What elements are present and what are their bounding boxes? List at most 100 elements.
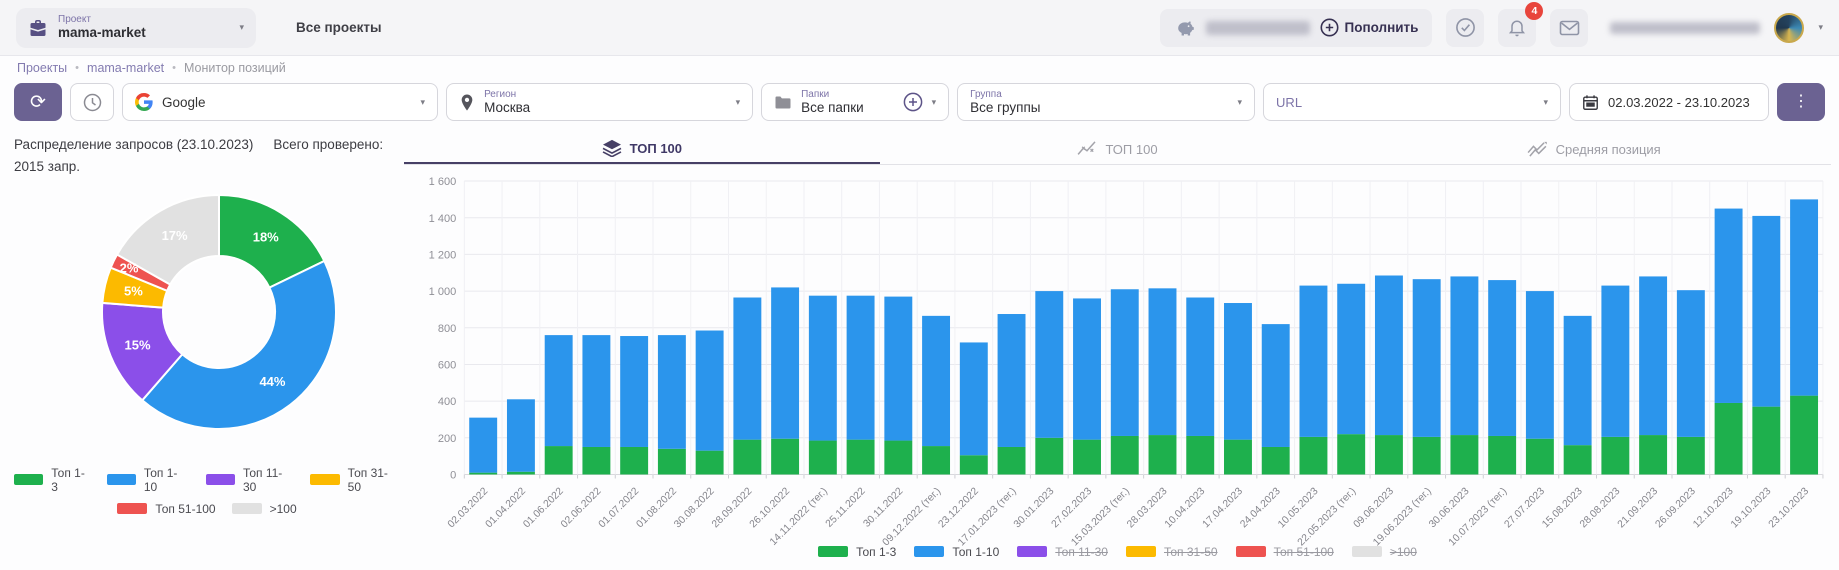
bar-segment[interactable] bbox=[1564, 445, 1592, 474]
project-selector[interactable]: Проект mama-market ▾ bbox=[16, 8, 256, 48]
more-options-button[interactable]: ⋮ bbox=[1777, 83, 1825, 121]
mail-button[interactable] bbox=[1550, 9, 1588, 47]
legend-item[interactable]: >100 bbox=[1352, 545, 1417, 559]
bar-segment[interactable] bbox=[1299, 286, 1327, 437]
bar-segment[interactable] bbox=[1450, 435, 1478, 474]
bar-segment[interactable] bbox=[922, 446, 950, 474]
legend-item[interactable]: Топ 11-30 bbox=[1017, 545, 1108, 559]
bar-segment[interactable] bbox=[1375, 276, 1403, 436]
bar-segment[interactable] bbox=[1073, 440, 1101, 475]
history-button[interactable] bbox=[70, 83, 114, 121]
bar-segment[interactable] bbox=[1224, 440, 1252, 475]
bar-segment[interactable] bbox=[620, 447, 648, 475]
bar-segment[interactable] bbox=[884, 441, 912, 475]
legend-item[interactable]: Топ 1-3 bbox=[818, 545, 896, 559]
bar-segment[interactable] bbox=[960, 455, 988, 474]
donut-chart[interactable]: 18%44%15%5%2%17% bbox=[14, 185, 404, 437]
folders-select[interactable]: Папки Все папки ▾ bbox=[761, 83, 949, 121]
bar-segment[interactable] bbox=[998, 314, 1026, 447]
date-range-picker[interactable]: 02.03.2022 - 23.10.2023 bbox=[1569, 83, 1769, 121]
bar-segment[interactable] bbox=[1073, 298, 1101, 439]
bar-segment[interactable] bbox=[1526, 439, 1554, 475]
bar-segment[interactable] bbox=[658, 449, 686, 475]
bar-chart[interactable]: 02004006008001 0001 2001 4001 60002.03.2… bbox=[404, 169, 1831, 551]
search-engine-select[interactable]: Google ▾ bbox=[122, 83, 438, 121]
bar-segment[interactable] bbox=[1111, 289, 1139, 436]
bar-segment[interactable] bbox=[1337, 434, 1365, 474]
bar-segment[interactable] bbox=[809, 441, 837, 475]
bar-segment[interactable] bbox=[922, 316, 950, 446]
bar-segment[interactable] bbox=[545, 446, 573, 474]
bar-segment[interactable] bbox=[1186, 298, 1214, 436]
bar-segment[interactable] bbox=[469, 418, 497, 473]
bar-segment[interactable] bbox=[1450, 276, 1478, 435]
refresh-button[interactable]: ⟳ bbox=[14, 83, 62, 121]
bar-segment[interactable] bbox=[1337, 284, 1365, 434]
legend-item[interactable]: Топ 1-10 bbox=[107, 466, 190, 494]
bar-segment[interactable] bbox=[507, 399, 535, 471]
bar-segment[interactable] bbox=[1186, 436, 1214, 475]
bar-segment[interactable] bbox=[1035, 438, 1063, 475]
bar-segment[interactable] bbox=[1035, 291, 1063, 438]
legend-item[interactable]: Топ 31-50 bbox=[310, 466, 400, 494]
bar-segment[interactable] bbox=[1677, 290, 1705, 437]
bar-segment[interactable] bbox=[733, 298, 761, 440]
bar-segment[interactable] bbox=[545, 335, 573, 446]
bar-segment[interactable] bbox=[1149, 288, 1177, 435]
topup-button[interactable]: Пополнить bbox=[1320, 18, 1419, 37]
bar-segment[interactable] bbox=[658, 335, 686, 449]
bar-segment[interactable] bbox=[1375, 435, 1403, 474]
url-select[interactable]: URL ▾ bbox=[1263, 83, 1561, 121]
tab-top100-lines[interactable]: ТОП 100 bbox=[880, 134, 1356, 164]
bar-segment[interactable] bbox=[809, 296, 837, 441]
bar-segment[interactable] bbox=[1639, 276, 1667, 435]
bar-segment[interactable] bbox=[1639, 435, 1667, 474]
tasks-button[interactable] bbox=[1446, 9, 1484, 47]
bar-segment[interactable] bbox=[1526, 291, 1554, 439]
bar-segment[interactable] bbox=[1413, 437, 1441, 475]
bar-segment[interactable] bbox=[960, 342, 988, 455]
bar-segment[interactable] bbox=[847, 440, 875, 475]
bar-segment[interactable] bbox=[696, 451, 724, 475]
bar-segment[interactable] bbox=[1752, 216, 1780, 407]
bar-segment[interactable] bbox=[1262, 447, 1290, 475]
legend-item[interactable]: Топ 31-50 bbox=[1126, 545, 1218, 559]
bar-segment[interactable] bbox=[1262, 324, 1290, 447]
legend-item[interactable]: Топ 1-3 bbox=[14, 466, 91, 494]
tab-top100-stacked[interactable]: ТОП 100 bbox=[404, 134, 880, 164]
bar-segment[interactable] bbox=[1149, 435, 1177, 474]
bar-segment[interactable] bbox=[696, 331, 724, 451]
bar-segment[interactable] bbox=[507, 472, 535, 475]
bar-segment[interactable] bbox=[1715, 209, 1743, 403]
breadcrumb-project-name[interactable]: mama-market bbox=[87, 61, 164, 75]
bar-segment[interactable] bbox=[1790, 199, 1818, 395]
tab-average-position[interactable]: Средняя позиция bbox=[1355, 134, 1831, 164]
bar-segment[interactable] bbox=[620, 336, 648, 447]
bar-segment[interactable] bbox=[1790, 396, 1818, 475]
bar-segment[interactable] bbox=[1111, 436, 1139, 475]
bar-segment[interactable] bbox=[582, 335, 610, 447]
add-folder-icon[interactable] bbox=[903, 92, 923, 112]
breadcrumb-projects[interactable]: Проекты bbox=[17, 61, 67, 75]
legend-item[interactable]: Топ 51-100 bbox=[117, 502, 215, 516]
bar-segment[interactable] bbox=[1413, 279, 1441, 437]
bar-segment[interactable] bbox=[1601, 286, 1629, 437]
legend-item[interactable]: Топ 1-10 bbox=[914, 545, 999, 559]
bar-segment[interactable] bbox=[1564, 316, 1592, 445]
bar-segment[interactable] bbox=[1715, 403, 1743, 475]
bar-segment[interactable] bbox=[1677, 437, 1705, 475]
account-menu-caret-icon[interactable]: ▾ bbox=[1818, 22, 1823, 33]
legend-item[interactable]: >100 bbox=[232, 502, 297, 516]
bar-segment[interactable] bbox=[1224, 303, 1252, 440]
bar-segment[interactable] bbox=[998, 447, 1026, 475]
bar-segment[interactable] bbox=[1601, 437, 1629, 475]
bar-segment[interactable] bbox=[884, 297, 912, 441]
all-projects-link[interactable]: Все проекты bbox=[296, 20, 382, 35]
legend-item[interactable]: Топ 51-100 bbox=[1236, 545, 1334, 559]
bar-segment[interactable] bbox=[469, 473, 497, 475]
bar-segment[interactable] bbox=[733, 440, 761, 475]
bar-segment[interactable] bbox=[1488, 280, 1516, 436]
group-select[interactable]: Группа Все группы ▾ bbox=[957, 83, 1255, 121]
bar-segment[interactable] bbox=[771, 439, 799, 475]
bar-segment[interactable] bbox=[1488, 436, 1516, 475]
